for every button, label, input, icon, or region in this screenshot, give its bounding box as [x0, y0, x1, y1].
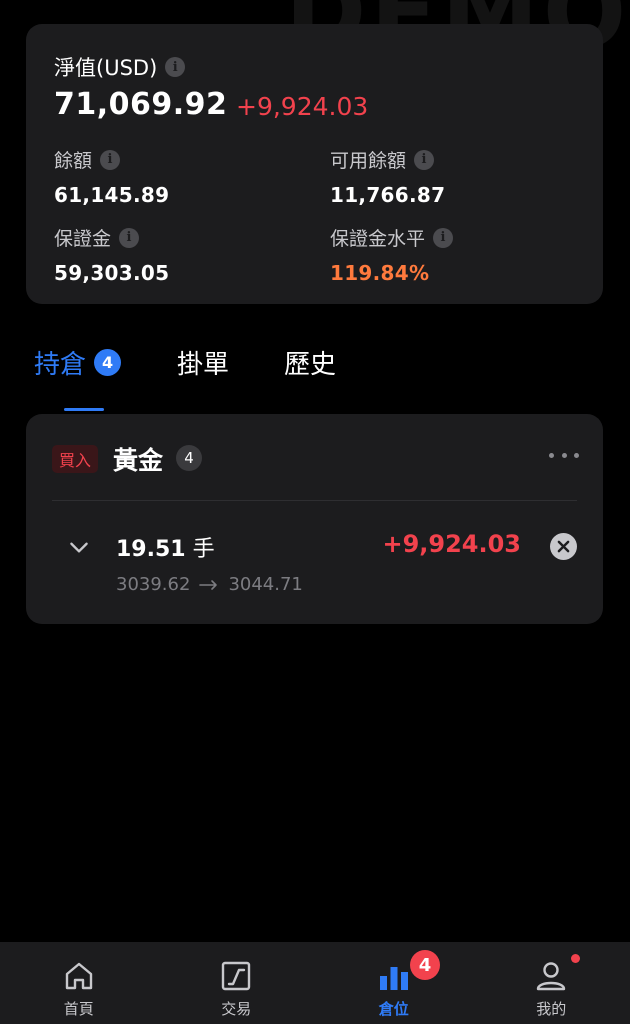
lots-unit: 手	[192, 537, 215, 562]
margin-stat: 保證金 i 59,303.05	[54, 224, 169, 285]
tab-history-label: 歷史	[284, 350, 337, 380]
nav-profile-label: 我的	[536, 1000, 567, 1018]
info-icon[interactable]: i	[119, 227, 140, 248]
margin-value: 59,303.05	[54, 261, 170, 285]
margin-level-label: 保證金水平	[330, 228, 426, 250]
nav-home[interactable]: 首頁	[0, 942, 158, 1024]
symbol-name: 黃金	[113, 446, 164, 475]
buy-side-tag: 買入	[52, 445, 99, 473]
close-position-icon[interactable]	[550, 533, 577, 560]
margin-level-stat: 保證金水平 i 119.84%	[330, 224, 454, 285]
info-icon[interactable]: i	[433, 227, 454, 248]
profile-icon	[537, 962, 566, 991]
margin-level-value: 119.84%	[330, 261, 430, 285]
lots-value: 19.51	[116, 537, 186, 562]
home-icon	[65, 962, 92, 990]
price-range: 3039.62 3044.71	[116, 574, 303, 595]
current-price: 3044.71	[228, 574, 303, 595]
margin-label: 保證金	[54, 228, 112, 250]
available-stat: 可用餘額 i 11,766.87	[330, 146, 445, 207]
nav-positions[interactable]: 倉位 4	[315, 942, 473, 1024]
nav-trade[interactable]: 交易	[158, 942, 316, 1024]
info-icon[interactable]: i	[414, 149, 435, 170]
nav-profile[interactable]: 我的	[473, 942, 630, 1024]
positions-tabs: 持倉 4 掛單 歷史	[34, 344, 336, 411]
balance-label: 餘額	[54, 150, 93, 172]
nav-home-label: 首頁	[63, 1000, 94, 1018]
symbol-position-count: 4	[176, 445, 202, 471]
more-options-icon[interactable]	[549, 450, 579, 460]
position-group-card[interactable]: 買入 黃金 4 19.51 手 +9,924.03 3039.62 3044.7…	[26, 414, 603, 624]
available-value: 11,766.87	[330, 183, 446, 207]
position-lots: 19.51 手	[116, 531, 215, 563]
positions-count-badge: 4	[410, 950, 440, 980]
open-price: 3039.62	[116, 574, 191, 595]
arrow-right-icon	[199, 579, 218, 590]
info-icon[interactable]: i	[100, 149, 121, 170]
balance-value: 61,145.89	[54, 183, 170, 207]
position-pnl: +9,924.03	[382, 530, 521, 558]
bottom-navigation: 首頁 交易 倉位 4 我的	[0, 942, 630, 1024]
positions-bar-chart-icon	[379, 967, 408, 990]
account-summary-card: 淨值(USD) i 71,069.92 +9,924.03 餘額 i 61,14…	[26, 24, 603, 304]
tab-pending-label: 掛單	[177, 350, 230, 380]
balance-stat: 餘額 i 61,145.89	[54, 146, 169, 207]
chevron-down-icon[interactable]	[66, 534, 92, 560]
app-screen: DEMO 淨值(USD) i 71,069.92 +9,924.03 餘額 i …	[0, 0, 630, 1024]
equity-value: 71,069.92	[54, 87, 228, 122]
tab-holdings-label: 持倉	[34, 350, 87, 380]
divider	[52, 500, 577, 501]
tab-holdings[interactable]: 持倉 4	[34, 344, 177, 411]
tab-history[interactable]: 歷史	[284, 344, 336, 381]
active-tab-indicator	[64, 408, 104, 411]
close-x-icon	[557, 540, 570, 553]
equity-label: 淨值(USD)	[54, 56, 158, 80]
notification-dot	[570, 954, 580, 963]
trade-chart-icon	[222, 961, 251, 991]
tab-pending-orders[interactable]: 掛單	[177, 344, 284, 381]
floating-pnl-value: +9,924.03	[236, 92, 369, 121]
info-icon[interactable]: i	[165, 57, 186, 77]
nav-trade-label: 交易	[221, 1000, 252, 1018]
equity-label-row: 淨值(USD) i	[54, 52, 186, 82]
nav-positions-label: 倉位	[378, 1000, 409, 1018]
tab-holdings-badge: 4	[94, 349, 122, 376]
available-label: 可用餘額	[330, 150, 407, 172]
